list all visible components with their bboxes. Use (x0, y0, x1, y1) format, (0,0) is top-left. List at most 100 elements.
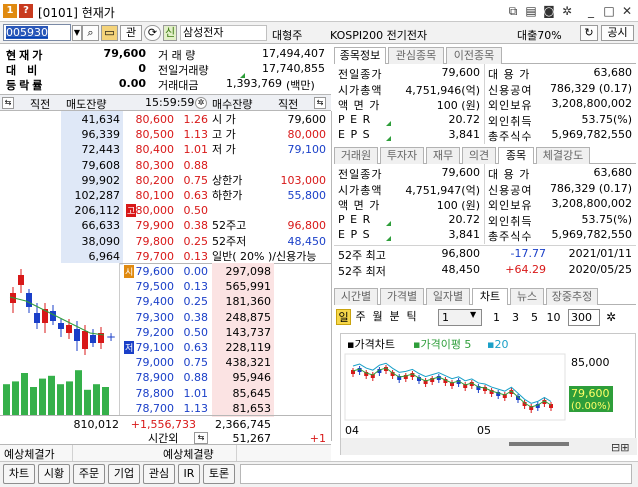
chart-settings-icon[interactable]: ✲ (606, 310, 616, 324)
interval-dropdown-icon[interactable]: ▼ (470, 310, 476, 319)
mini-chart[interactable]: + (0, 263, 120, 415)
memo-icon[interactable]: ▤ (524, 4, 538, 18)
chart-y-tick: 85,000 (571, 356, 610, 369)
info-top-tab[interactable]: 관심종목 (388, 47, 444, 64)
refresh-icon[interactable]: ↻ (580, 25, 598, 41)
info-mid-triangle-icon (386, 220, 391, 226)
info-top-tab[interactable]: 이전종목 (446, 47, 502, 64)
info-top-left-label: 전일종가 (338, 68, 383, 81)
count-button[interactable]: 5 (526, 309, 543, 326)
period-button[interactable]: 틱 (404, 309, 419, 325)
search-icon[interactable]: ⌕ (82, 25, 99, 41)
interest-tag-button[interactable]: 관 (120, 25, 142, 41)
ask-row: 72,443 80,400 1.01 저 가 79,100 (0, 141, 331, 159)
mini-candle-body (74, 329, 80, 341)
public-disclosure-button[interactable]: 공시 (601, 25, 634, 41)
folder-icon[interactable]: ▭ (101, 25, 118, 41)
chart-tab[interactable]: 가격별 (380, 288, 424, 305)
window-number-badge[interactable]: 1 (3, 4, 17, 18)
mini-candle-body (26, 293, 32, 307)
bottom-button-4[interactable]: 기업 (108, 464, 140, 484)
mini-candle-body (34, 313, 40, 323)
maximize-icon[interactable]: □ (602, 4, 616, 18)
gear-icon[interactable]: ✲ (195, 97, 207, 109)
bottom-button-1[interactable]: 차트 (3, 464, 35, 484)
minimize-icon[interactable]: _ (584, 4, 598, 18)
period-button[interactable]: 주 (353, 309, 368, 325)
info-mid-right-label: 대 용 가 (488, 168, 531, 181)
chart-controls: 일 주 월 분 틱 1 ▼ 1 3 5 10 300 ✲ (334, 308, 636, 328)
stock-code-input[interactable]: 005930 (3, 24, 71, 41)
camera-icon[interactable]: ◙ (542, 4, 556, 18)
chart-legend-ma20: ▪20 (487, 338, 508, 351)
settings-icon[interactable]: ✲ (560, 4, 574, 18)
chart-tab[interactable]: 차트 (472, 288, 508, 305)
sync-icon[interactable]: ⟳ (144, 25, 161, 41)
chart-tab[interactable]: 뉴스 (510, 288, 544, 305)
bottom-button-7[interactable]: 토론 (203, 464, 235, 484)
mini-ma-line (9, 296, 105, 336)
bottom-button-5[interactable]: 관심 (143, 464, 175, 484)
bid-row: 79,300 0.38 248,875 (120, 308, 331, 326)
volume-value: 17,494,407 (262, 47, 325, 60)
count-button[interactable]: 10 (545, 309, 562, 326)
bid-row: 78,900 0.88 95,946 (120, 369, 331, 387)
period-button[interactable]: 분 (387, 309, 402, 325)
price-chart[interactable]: ▪가격차트 ▪가격이평 5 ▪20 85,000 79,600 (0.00%) 04 05 ⊟⊞ (340, 333, 637, 455)
volume-bar (93, 384, 100, 415)
period-button[interactable]: 월 (370, 309, 385, 325)
orderbook-right-border (331, 111, 332, 441)
bid-row: 79,600 시 0.00 297,098 (120, 263, 331, 280)
chart-x-tick: 04 (345, 424, 359, 437)
bid-badge: 시 (124, 265, 135, 278)
volume-bar (12, 381, 19, 415)
bottom-button-2[interactable]: 시황 (38, 464, 70, 484)
info-top-triangle-icon (386, 136, 391, 141)
info-mid-right-label: 외인취득 (488, 214, 533, 228)
chart-tab[interactable]: 장중추정 (546, 288, 598, 305)
info-top-right-value: 3,208,800,002 (551, 97, 632, 110)
bottom-button-6[interactable]: IR (178, 464, 200, 484)
count-button[interactable]: 3 (507, 309, 524, 326)
info-mid-tab[interactable]: 의견 (462, 147, 496, 164)
period-button[interactable]: 일 (336, 309, 351, 325)
info-mid-left-label: 시가총액 (338, 183, 383, 197)
bottom-button-3[interactable]: 주문 (73, 464, 105, 484)
bars-count-input[interactable]: 300 (568, 309, 600, 326)
week52-top-line (334, 245, 636, 246)
count-button[interactable]: 1 (488, 309, 505, 326)
info-mid-tab[interactable]: 거래원 (334, 147, 378, 164)
info-mid-tab[interactable]: 종목 (498, 147, 534, 164)
volume-bar (66, 381, 73, 415)
info-mid-tab[interactable]: 재무 (426, 147, 460, 164)
quote-summary: 현재가 79,600 대비 0 등락률 0.00 거 래 량 17,494,40… (0, 45, 331, 93)
mini-cross-icon: + (106, 330, 116, 344)
chart-tab[interactable]: 일자별 (426, 288, 470, 305)
week52-date: 2021/01/11 (568, 247, 632, 260)
volume-bar (3, 384, 10, 415)
info-mid-right-value: 3,208,800,002 (551, 197, 632, 210)
info-top-left-value: 20.72 (448, 112, 481, 126)
info-top-tab[interactable]: 종목정보 (334, 47, 386, 64)
code-dropdown-icon[interactable]: ▼ (72, 25, 82, 41)
info-mid-right-value: 53.75(%) (581, 212, 632, 226)
info-mid-tab[interactable]: 투자자 (380, 147, 424, 164)
index-name: KOSPI200 전기전자 (330, 29, 428, 42)
bid-scroll-icon[interactable]: ⇆ (314, 97, 326, 109)
info-mid-left-value: 79,600 (441, 166, 481, 179)
info-mid-left-value: 4,751,947(억) (405, 183, 480, 197)
bid-row: 79,400 0.25 181,360 (120, 293, 331, 311)
close-icon[interactable]: ✕ (620, 4, 634, 18)
after-hours-scroll-icon[interactable]: ⇆ (194, 432, 208, 444)
header-time: 15:59:59 (145, 96, 195, 109)
rate-label: 등락률 (6, 79, 46, 92)
ask-row: 41,634 80,600 1.26 시 가 79,600 (0, 111, 331, 128)
amount-unit: (백만) (286, 79, 315, 92)
info-mid-tab[interactable]: 체결강도 (536, 147, 590, 164)
chart-tab[interactable]: 시간별 (334, 288, 378, 305)
ask-scroll-icon[interactable]: ⇆ (2, 97, 14, 109)
link-icon[interactable]: ⧉ (506, 4, 520, 18)
stock-category: 대형주 (272, 29, 303, 42)
info-top-right-label: 총주식수 (488, 130, 533, 143)
help-icon[interactable]: ? (19, 4, 33, 18)
